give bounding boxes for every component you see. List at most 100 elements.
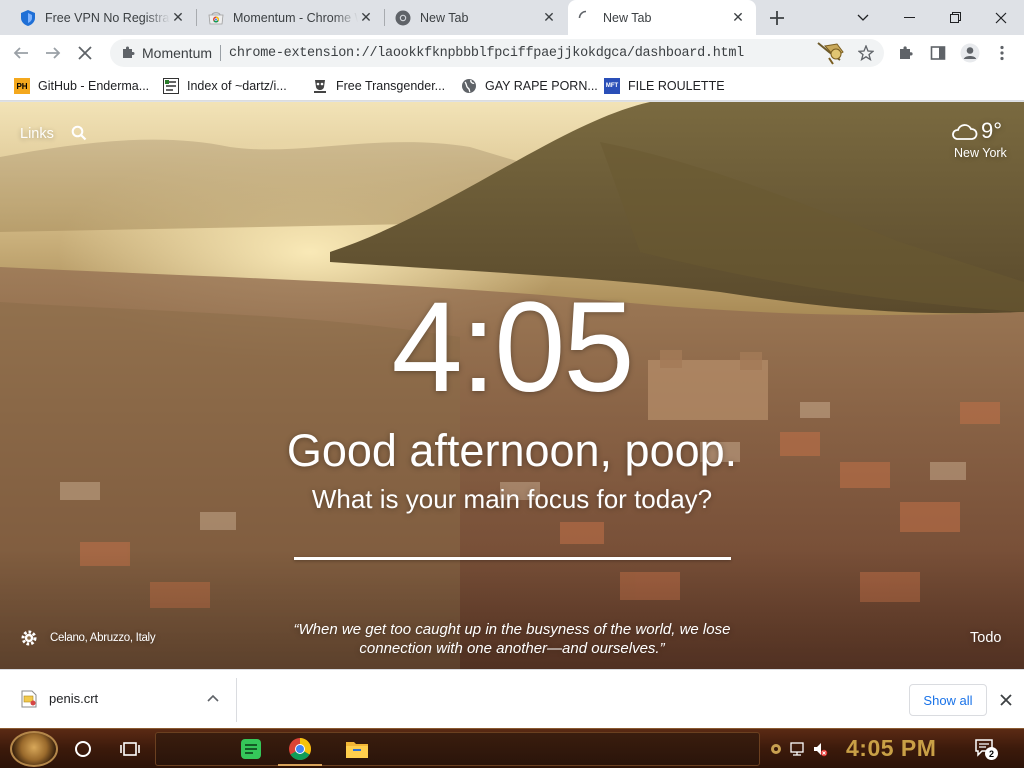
close-icon <box>995 12 1007 23</box>
close-icon[interactable]: ✕ <box>358 9 374 26</box>
chrome-web-store-icon <box>208 10 224 26</box>
bookmark-site-icon <box>312 78 328 94</box>
tab-strip: Free VPN No Registra ✕ Momentum - Chrome… <box>0 0 1024 35</box>
omnibox-divider <box>220 45 222 61</box>
taskbar-app-chrome[interactable] <box>288 737 312 761</box>
minimize-button[interactable] <box>886 0 932 35</box>
action-center-button[interactable]: 2 <box>972 735 998 761</box>
weather-temperature[interactable]: 9° <box>981 118 1002 144</box>
clock-time: 4:05 <box>391 276 634 419</box>
index-icon <box>163 78 179 94</box>
vpn-shield-icon <box>20 9 36 26</box>
minimize-icon <box>903 16 915 18</box>
tray-overflow-icon[interactable] <box>768 741 784 757</box>
arrow-left-icon <box>13 47 28 59</box>
tab-title: New Tab <box>603 10 652 25</box>
bookmark-gay-rape-porn[interactable]: GAY RAPE PORN... <box>461 76 598 96</box>
bookmarks-bar: PH GitHub - Enderma... Index of ~dartz/i… <box>0 71 1024 101</box>
photo-location[interactable]: Celano, Abruzzo, Italy <box>50 632 156 644</box>
menu-button[interactable] <box>990 41 1014 65</box>
download-file-name[interactable]: penis.crt <box>49 691 98 706</box>
stop-button[interactable] <box>72 40 98 66</box>
search-icon[interactable] <box>70 124 88 142</box>
stop-loading-icon <box>78 46 92 60</box>
tab-title: Free VPN No Registra <box>45 10 170 25</box>
certificate-file-icon <box>21 690 37 708</box>
task-view-icon <box>120 742 140 756</box>
taskbar-app-file-explorer[interactable] <box>345 737 369 761</box>
bookmark-label: Index of ~dartz/i... <box>187 79 287 93</box>
gear-icon[interactable] <box>20 629 38 647</box>
start-button[interactable] <box>10 731 58 767</box>
bookmark-github-enderman[interactable]: PH GitHub - Enderma... <box>14 76 149 96</box>
restore-button[interactable] <box>932 0 978 35</box>
chrome-icon <box>395 10 411 26</box>
bookmark-free-transgender[interactable]: Free Transgender... <box>312 76 445 96</box>
close-icon <box>1000 694 1012 706</box>
close-icon[interactable]: ✕ <box>730 9 746 26</box>
profile-button[interactable] <box>958 41 982 65</box>
close-icon[interactable]: ✕ <box>541 9 557 26</box>
forward-button[interactable] <box>40 40 66 66</box>
tab-title: New Tab <box>420 10 469 25</box>
focus-input[interactable] <box>294 557 731 560</box>
taskbar-clock[interactable]: 4:05 PM <box>846 735 936 762</box>
extensions-button[interactable] <box>894 41 918 65</box>
new-tab-button[interactable] <box>765 6 789 30</box>
task-view-button[interactable] <box>118 737 142 761</box>
bookmark-mft-icon: MFT <box>604 78 620 94</box>
tab-new-tab[interactable]: New Tab ✕ <box>385 0 567 35</box>
taskbar-app-sticky-notes[interactable] <box>239 737 263 761</box>
kebab-menu-icon <box>1000 45 1004 61</box>
puzzle-icon <box>900 46 913 59</box>
chevron-up-icon <box>207 694 219 702</box>
cortana-circle-icon <box>75 741 91 757</box>
side-panel-button[interactable] <box>926 41 950 65</box>
folder-icon <box>346 742 368 758</box>
restore-icon <box>949 12 961 23</box>
volume-muted-icon[interactable] <box>812 741 828 757</box>
daily-quote[interactable]: “When we get too caught up in the busyne… <box>262 620 762 658</box>
side-panel-icon <box>930 46 946 60</box>
close-window-button[interactable] <box>978 0 1024 35</box>
globe-icon <box>461 78 477 94</box>
tab-search-button[interactable] <box>840 0 886 35</box>
tab-divider <box>196 9 197 26</box>
tab-momentum-web-store[interactable]: Momentum - Chrome W ✕ <box>198 0 384 35</box>
site-name: Momentum <box>142 45 213 61</box>
network-icon[interactable] <box>789 741 805 757</box>
cloud-weather-icon[interactable] <box>950 120 978 142</box>
bookmark-index-of-dartz[interactable]: Index of ~dartz/i... <box>163 76 287 96</box>
bookmark-label: GitHub - Enderma... <box>38 79 150 93</box>
greeting-text[interactable]: Good afternoon, poop. <box>0 428 1024 473</box>
close-download-shelf-button[interactable] <box>996 690 1016 710</box>
bookmark-file-roulette[interactable]: MFT FILE ROULETTE <box>604 76 725 96</box>
todo-button[interactable]: Todo <box>970 630 1001 646</box>
address-bar[interactable]: Momentum chrome-extension://laookkfknpbb… <box>110 39 884 67</box>
download-options-button[interactable] <box>204 689 222 707</box>
weather-city[interactable]: New York <box>954 146 1007 160</box>
cortana-search-button[interactable] <box>71 737 95 761</box>
links-button[interactable]: Links <box>20 126 54 142</box>
loading-spinner-icon <box>578 10 594 26</box>
download-shelf: penis.crt Show all <box>0 669 1024 728</box>
plus-icon <box>770 11 784 25</box>
arrow-right-icon <box>46 47 61 59</box>
url-text[interactable]: chrome-extension://laookkfknpbbblfpciffp… <box>229 46 744 61</box>
back-button[interactable] <box>8 40 34 66</box>
show-all-downloads-button[interactable]: Show all <box>909 684 987 716</box>
extension-trumpet-icon[interactable] <box>814 36 846 68</box>
tab-title: Momentum - Chrome W <box>233 10 358 25</box>
tab-new-tab-active[interactable]: New Tab ✕ <box>568 0 756 35</box>
bookmark-label: FILE ROULETTE <box>628 79 725 93</box>
chrome-icon <box>289 738 311 760</box>
bookmark-star-button[interactable] <box>854 41 878 65</box>
extension-puzzle-icon <box>123 46 135 58</box>
tab-free-vpn[interactable]: Free VPN No Registra ✕ <box>10 0 196 35</box>
focus-question: What is your main focus for today? <box>311 484 713 514</box>
star-icon <box>858 45 874 61</box>
close-icon[interactable]: ✕ <box>170 9 186 26</box>
bookmark-ph-icon: PH <box>14 78 30 94</box>
bookmark-label: Free Transgender... <box>336 79 446 93</box>
browser-toolbar: Momentum chrome-extension://laookkfknpbb… <box>0 35 1024 71</box>
